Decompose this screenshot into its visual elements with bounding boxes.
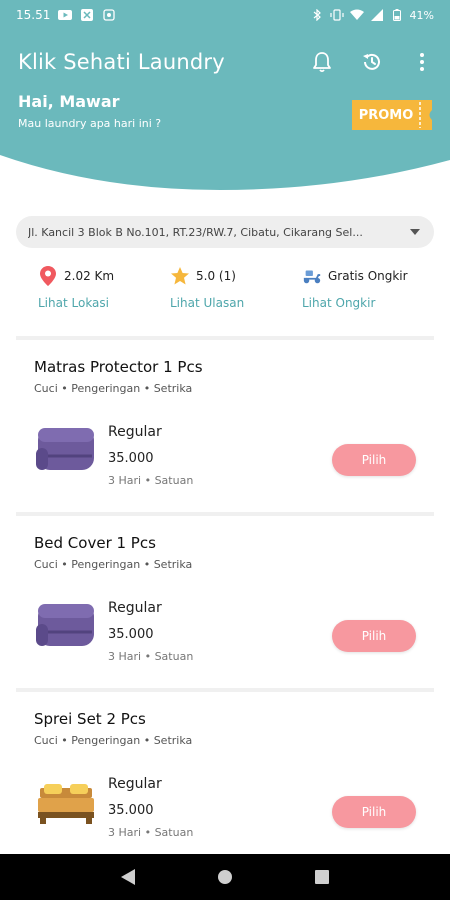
service-title: Bed Cover 1 Pcs — [34, 534, 156, 552]
more-options-button[interactable] — [408, 48, 436, 76]
status-time: 15.51 — [16, 8, 51, 22]
more-vert-icon — [420, 53, 424, 71]
view-location-link[interactable]: Lihat Lokasi — [38, 296, 114, 310]
system-navigation-bar — [0, 854, 450, 900]
promo-label: PROMO — [358, 107, 414, 123]
select-button[interactable]: Pilih — [332, 444, 416, 476]
bell-icon — [313, 52, 331, 73]
service-card: Matras Protector 1 Pcs Cuci • Pengeringa… — [18, 340, 432, 490]
plan-price: 35.000 — [108, 451, 154, 466]
service-processes: Cuci • Pengeringan • Setrika — [34, 558, 193, 571]
plan-meta: 3 Hari • Satuan — [108, 474, 194, 487]
caret-down-icon — [408, 225, 422, 239]
back-triangle-icon — [121, 869, 136, 885]
plan-name: Regular — [108, 424, 162, 440]
info-row: 2.02 Km Lihat Lokasi 5.0 (1) Lihat Ulasa… — [0, 266, 450, 322]
service-card: Bed Cover 1 Pcs Cuci • Pengeringan • Set… — [18, 516, 432, 666]
back-button[interactable] — [114, 863, 142, 891]
plan-meta: 3 Hari • Satuan — [108, 650, 194, 663]
battery-icon — [390, 8, 404, 22]
view-reviews-link[interactable]: Lihat Ulasan — [170, 296, 244, 310]
vibrate-icon — [329, 8, 344, 22]
plan-price: 35.000 — [108, 627, 154, 642]
plan-name: Regular — [108, 600, 162, 616]
view-shipping-link[interactable]: Lihat Ongkir — [302, 296, 408, 310]
distance-info: 2.02 Km Lihat Lokasi — [38, 266, 114, 310]
service-card: Sprei Set 2 Pcs Cuci • Pengeringan • Set… — [18, 692, 432, 842]
x-app-icon — [80, 8, 94, 22]
location-pin-icon — [38, 266, 58, 286]
status-bar: 15.51 41% — [0, 0, 450, 30]
greeting-name: Hai, Mawar — [18, 92, 120, 111]
plan-name: Regular — [108, 776, 162, 792]
shipping-value: Gratis Ongkir — [328, 269, 408, 283]
address-text: Jl. Kancil 3 Blok B No.101, RT.23/RW.7, … — [28, 225, 363, 239]
home-button[interactable] — [211, 863, 239, 891]
wifi-icon — [349, 8, 364, 22]
recents-square-icon — [314, 870, 329, 884]
home-circle-icon — [217, 870, 232, 884]
bluetooth-icon — [310, 8, 324, 22]
plan-meta: 3 Hari • Satuan — [108, 826, 194, 839]
battery-level: 41% — [409, 8, 434, 22]
greeting: Hai, Mawar Mau laundry apa hari ini ? — [18, 92, 161, 130]
folded-cloth-icon — [34, 422, 98, 478]
history-icon — [363, 53, 380, 70]
youtube-icon — [58, 8, 73, 22]
signal-icon — [370, 8, 384, 22]
select-button[interactable]: Pilih — [332, 620, 416, 652]
delivery-scooter-icon — [302, 266, 322, 286]
service-title: Matras Protector 1 Pcs — [34, 358, 203, 376]
folded-cloth-icon — [34, 598, 98, 654]
shipping-info: Gratis Ongkir Lihat Ongkir — [302, 266, 408, 310]
notification-app-icon — [102, 8, 116, 22]
app-bar: Klik Sehati Laundry — [18, 44, 436, 80]
service-processes: Cuci • Pengeringan • Setrika — [34, 734, 193, 747]
service-processes: Cuci • Pengeringan • Setrika — [34, 382, 193, 395]
select-button[interactable]: Pilih — [332, 796, 416, 828]
greeting-subtitle: Mau laundry apa hari ini ? — [18, 117, 162, 130]
bed-icon — [34, 774, 98, 830]
distance-value: 2.02 Km — [64, 269, 115, 283]
notification-bell-button[interactable] — [308, 48, 336, 76]
rating-info: 5.0 (1) Lihat Ulasan — [170, 266, 244, 310]
service-title: Sprei Set 2 Pcs — [34, 710, 146, 728]
promo-badge[interactable]: PROMO — [352, 100, 432, 130]
recents-button[interactable] — [308, 863, 336, 891]
address-selector[interactable]: Jl. Kancil 3 Blok B No.101, RT.23/RW.7, … — [16, 216, 434, 248]
app-title: Klik Sehati Laundry — [18, 50, 225, 74]
plan-price: 35.000 — [108, 803, 154, 818]
history-button[interactable] — [358, 48, 386, 76]
star-icon — [170, 266, 190, 286]
rating-value: 5.0 (1) — [196, 269, 236, 283]
